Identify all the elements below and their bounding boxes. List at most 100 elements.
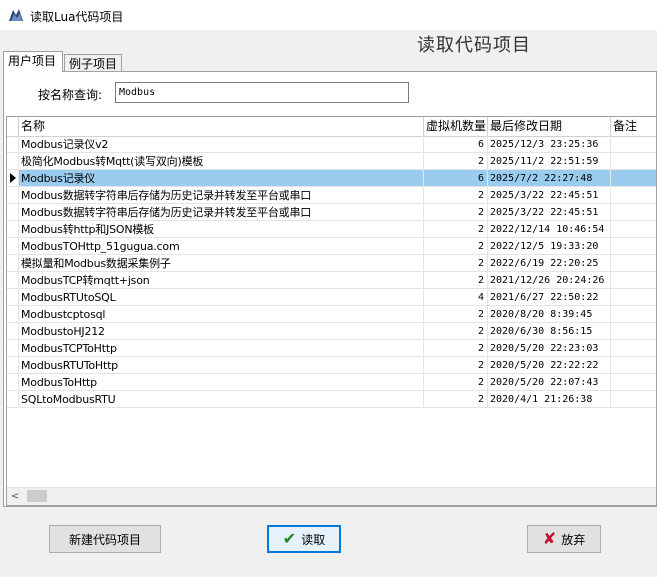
cell-modified-date: 2022/12/5 19:33:20 — [488, 238, 611, 255]
row-indicator — [7, 391, 19, 408]
cell-vm-count: 2 — [424, 204, 488, 221]
tab-example-projects[interactable]: 例子项目 — [64, 54, 122, 72]
table-row[interactable]: ModbusRTUToHttp 2 2020/5/20 22:22:22 — [7, 357, 656, 374]
row-indicator — [7, 289, 19, 306]
app-logo-icon — [9, 9, 23, 21]
row-indicator — [7, 323, 19, 340]
row-indicator — [7, 306, 19, 323]
cell-vm-count: 2 — [424, 340, 488, 357]
cell-note — [611, 323, 656, 340]
table-row[interactable]: Modbus数据转字符串后存储为历史记录并转发至平台或串口 2 2025/3/22 … — [7, 187, 656, 204]
new-project-label: 新建代码项目 — [68, 532, 141, 547]
table-row[interactable]: ModbustoHJ212 2 2020/6/30 8:56:15 — [7, 323, 656, 340]
cell-modified-date: 2025/3/22 22:45:51 — [488, 204, 611, 221]
cell-name: ModbusTOHttp_51gugua.com — [19, 238, 424, 255]
horizontal-scrollbar[interactable]: < — [7, 487, 656, 505]
cell-name: ModbustoHJ212 — [19, 323, 424, 340]
cell-name: Modbus记录仪v2 — [19, 136, 424, 153]
current-row-arrow-icon — [10, 173, 16, 183]
table-row[interactable]: Modbus记录仪 6 2025/7/2 22:27:48 — [7, 170, 656, 187]
cell-modified-date: 2022/6/19 22:20:25 — [488, 255, 611, 272]
table-row[interactable]: ModbusToHttp 2 2020/5/20 22:07:43 — [7, 374, 656, 391]
table-row[interactable]: SQLtoModbusRTU 2 2020/4/1 21:26:38 — [7, 391, 656, 408]
cell-note — [611, 136, 656, 153]
cell-modified-date: 2020/8/20 8:39:45 — [488, 306, 611, 323]
cell-name: Modbustcptosql — [19, 306, 424, 323]
row-indicator — [7, 357, 19, 374]
cell-note — [611, 170, 656, 187]
row-indicator — [7, 374, 19, 391]
cell-vm-count: 2 — [424, 374, 488, 391]
table-row[interactable]: 模拟量和Modbus数据采集例子 2 2022/6/19 22:20:25 — [7, 255, 656, 272]
read-button[interactable]: ✔ 读取 — [267, 525, 341, 553]
column-header-name[interactable]: 名称 — [19, 117, 424, 136]
cell-vm-count: 2 — [424, 357, 488, 374]
column-header-modified-date[interactable]: 最后修改日期 — [488, 117, 611, 136]
cell-modified-date: 2020/5/20 22:22:22 — [488, 357, 611, 374]
cell-modified-date: 2020/5/20 22:23:03 — [488, 340, 611, 357]
row-indicator-header — [7, 117, 19, 136]
column-header-vm-count[interactable]: 虚拟机数量 — [424, 117, 488, 136]
cell-name: ModbusToHttp — [19, 374, 424, 391]
close-x-icon: ✘ — [542, 529, 557, 548]
cell-modified-date: 2020/6/30 8:56:15 — [488, 323, 611, 340]
table-row[interactable]: Modbustcptosql 2 2020/8/20 8:39:45 — [7, 306, 656, 323]
table-row[interactable]: 极简化Modbus转Mqtt(读写双向)模板 2 2025/11/2 22:51:5… — [7, 153, 656, 170]
row-indicator — [7, 136, 19, 153]
cell-modified-date: 2021/12/26 20:24:26 — [488, 272, 611, 289]
cell-note — [611, 374, 656, 391]
cell-name: Modbus数据转字符串后存储为历史记录并转发至平台或串口 — [19, 204, 424, 221]
row-indicator — [7, 340, 19, 357]
cell-vm-count: 2 — [424, 255, 488, 272]
table-row[interactable]: ModbusTOHttp_51gugua.com 2 2022/12/5 19:33… — [7, 238, 656, 255]
cell-vm-count: 6 — [424, 170, 488, 187]
cell-name: ModbusRTUtoSQL — [19, 289, 424, 306]
search-label: 按名称查询: — [38, 88, 103, 102]
table-row[interactable]: ModbusRTUtoSQL 4 2021/6/27 22:50:22 — [7, 289, 656, 306]
table-row[interactable]: Modbus转http和JSON模板 2 2022/12/14 10:46:54 — [7, 221, 656, 238]
cell-note — [611, 357, 656, 374]
cell-vm-count: 2 — [424, 306, 488, 323]
cell-vm-count: 2 — [424, 323, 488, 340]
cell-note — [611, 204, 656, 221]
row-indicator — [7, 170, 19, 187]
read-label: 读取 — [301, 532, 326, 547]
cancel-label: 放弃 — [561, 532, 586, 547]
table-header: 名称 虚拟机数量 最后修改日期 备注 — [7, 117, 656, 137]
search-input[interactable] — [115, 82, 409, 103]
row-indicator — [7, 255, 19, 272]
cell-modified-date: 2022/12/14 10:46:54 — [488, 221, 611, 238]
scroll-left-arrow-icon[interactable]: < — [11, 491, 19, 502]
table-row[interactable]: ModbusTCP转mqtt+json 2 2021/12/26 20:24:26 — [7, 272, 656, 289]
column-header-note[interactable]: 备注 — [611, 117, 656, 136]
cell-name: Modbus转http和JSON模板 — [19, 221, 424, 238]
cell-vm-count: 2 — [424, 238, 488, 255]
new-project-button[interactable]: 新建代码项目 — [49, 525, 161, 553]
cell-name: ModbusRTUToHttp — [19, 357, 424, 374]
cell-modified-date: 2020/5/20 22:07:43 — [488, 374, 611, 391]
cancel-button[interactable]: ✘ 放弃 — [527, 525, 601, 553]
cell-name: Modbus数据转字符串后存储为历史记录并转发至平台或串口 — [19, 187, 424, 204]
table-row[interactable]: Modbus数据转字符串后存储为历史记录并转发至平台或串口 2 2025/3/22 … — [7, 204, 656, 221]
cell-modified-date: 2025/3/22 22:45:51 — [488, 187, 611, 204]
cell-note — [611, 238, 656, 255]
scrollbar-thumb[interactable] — [27, 490, 47, 502]
row-indicator — [7, 153, 19, 170]
project-table: 名称 虚拟机数量 最后修改日期 备注 Modbus记录仪v2 6 2025/12/3… — [6, 116, 657, 506]
cell-note — [611, 391, 656, 408]
cell-vm-count: 2 — [424, 221, 488, 238]
cell-note — [611, 221, 656, 238]
cell-vm-count: 6 — [424, 136, 488, 153]
row-indicator — [7, 187, 19, 204]
cell-note — [611, 289, 656, 306]
cell-vm-count: 2 — [424, 272, 488, 289]
table-row[interactable]: Modbus记录仪v2 6 2025/12/3 23:25:36 — [7, 136, 656, 153]
cell-note — [611, 255, 656, 272]
cell-modified-date: 2025/12/3 23:25:36 — [488, 136, 611, 153]
table-row[interactable]: ModbusTCPToHttp 2 2020/5/20 22:23:03 — [7, 340, 656, 357]
window-title: 读取Lua代码项目 — [30, 10, 124, 24]
tab-user-projects[interactable]: 用户项目 — [3, 51, 63, 72]
cell-note — [611, 306, 656, 323]
row-indicator — [7, 221, 19, 238]
cell-name: 极简化Modbus转Mqtt(读写双向)模板 — [19, 153, 424, 170]
